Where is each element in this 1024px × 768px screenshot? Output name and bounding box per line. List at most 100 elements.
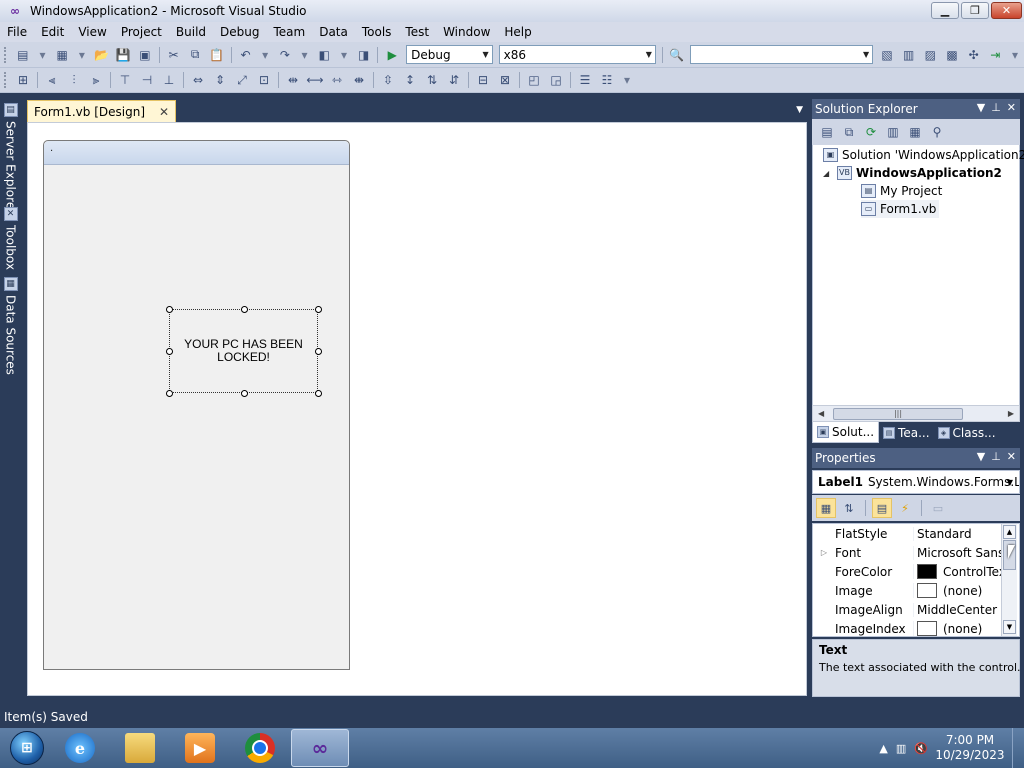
view-code-icon[interactable]: ▥ bbox=[884, 123, 902, 141]
menu-team[interactable]: Team bbox=[266, 25, 312, 39]
resize-handle[interactable] bbox=[241, 306, 248, 313]
alphabetical-icon[interactable]: ⇅ bbox=[839, 498, 859, 518]
property-row-imageindex[interactable]: ImageIndex (none) bbox=[813, 619, 1003, 636]
property-row-imagealign[interactable]: ImageAlign MiddleCenter bbox=[813, 600, 1003, 619]
property-value[interactable]: Microsoft Sans S bbox=[913, 545, 1003, 560]
menu-help[interactable]: Help bbox=[497, 25, 538, 39]
dropdown-arrow-icon[interactable]: ▾ bbox=[337, 46, 351, 64]
remove-vertical-spacing-icon[interactable]: ⇵ bbox=[445, 71, 463, 89]
view-designer-icon[interactable]: ▦ bbox=[906, 123, 924, 141]
menu-test[interactable]: Test bbox=[398, 25, 436, 39]
menu-debug[interactable]: Debug bbox=[213, 25, 266, 39]
paste-icon[interactable]: 📋 bbox=[208, 46, 226, 64]
make-same-width-icon[interactable]: ⇔ bbox=[189, 71, 207, 89]
resize-handle[interactable] bbox=[315, 390, 322, 397]
solution-configuration-combo[interactable]: Debug ▼ bbox=[406, 45, 493, 64]
resize-handle[interactable] bbox=[315, 306, 322, 313]
dropdown-arrow-icon[interactable]: ▾ bbox=[36, 46, 50, 64]
redo-icon[interactable]: ↷ bbox=[276, 46, 294, 64]
tree-item-my-project[interactable]: ▤ My Project bbox=[861, 182, 942, 200]
property-value[interactable]: ControlTex bbox=[913, 564, 1003, 579]
find-in-files-icon[interactable]: 🔍 bbox=[668, 46, 686, 64]
expanded-triangle-icon[interactable]: ◢ bbox=[823, 169, 833, 178]
show-desktop-button[interactable] bbox=[1012, 728, 1024, 768]
remove-horizontal-spacing-icon[interactable]: ⇼ bbox=[350, 71, 368, 89]
toolbar-grip[interactable] bbox=[4, 46, 8, 63]
menu-tools[interactable]: Tools bbox=[355, 25, 399, 39]
align-middles-icon[interactable]: ⊣ bbox=[138, 71, 156, 89]
property-value[interactable]: MiddleCenter bbox=[913, 602, 1003, 617]
align-tops-icon[interactable]: ⊤ bbox=[116, 71, 134, 89]
tree-item-form1[interactable]: ▭ Form1.vb bbox=[861, 200, 940, 218]
resize-handle[interactable] bbox=[166, 306, 173, 313]
menu-file[interactable]: File bbox=[0, 25, 34, 39]
make-same-size-icon[interactable]: ⤢ bbox=[233, 71, 251, 89]
scroll-thumb[interactable]: ||| bbox=[833, 408, 963, 420]
center-horizontally-icon[interactable]: ⊟ bbox=[474, 71, 492, 89]
align-lefts-icon[interactable]: ⫷ bbox=[43, 71, 61, 89]
expand-triangle-icon[interactable]: ▷ bbox=[813, 548, 835, 557]
tab-order-icon[interactable]: ☰ bbox=[576, 71, 594, 89]
taskbar-clock[interactable]: 7:00 PM 10/29/2023 bbox=[932, 733, 1008, 763]
window-position-icon[interactable]: ▼ bbox=[977, 101, 985, 114]
scroll-right-icon[interactable]: ▶ bbox=[1008, 409, 1014, 418]
pin-icon[interactable]: ⊥ bbox=[991, 101, 1001, 114]
menu-data[interactable]: Data bbox=[312, 25, 355, 39]
taskbar-visual-studio[interactable]: ∞ bbox=[291, 729, 349, 767]
increase-horizontal-spacing-icon[interactable]: ⟷ bbox=[306, 71, 324, 89]
resize-handle[interactable] bbox=[166, 390, 173, 397]
network-icon[interactable]: ▥ bbox=[896, 742, 906, 755]
solution-explorer-hscrollbar[interactable]: ◀ ||| ▶ bbox=[812, 405, 1020, 422]
decrease-horizontal-spacing-icon[interactable]: ⇿ bbox=[328, 71, 346, 89]
window-position-icon[interactable]: ▼ bbox=[977, 450, 985, 463]
solution-explorer-icon[interactable]: ▧ bbox=[878, 46, 896, 64]
make-vertical-spacing-equal-icon[interactable]: ⇳ bbox=[379, 71, 397, 89]
properties-window-icon[interactable]: ▥ bbox=[900, 46, 918, 64]
dropdown-arrow-icon[interactable]: ▾ bbox=[75, 46, 89, 64]
align-to-grid-icon[interactable]: ⊞ bbox=[14, 71, 32, 89]
undo-icon[interactable]: ↶ bbox=[237, 46, 255, 64]
volume-muted-icon[interactable]: 🔇 bbox=[914, 742, 928, 755]
property-value[interactable]: (none) bbox=[913, 621, 1003, 636]
navigate-backward-icon[interactable]: ◧ bbox=[315, 46, 333, 64]
menu-edit[interactable]: Edit bbox=[34, 25, 71, 39]
add-item-icon[interactable]: ▦ bbox=[53, 46, 71, 64]
tab-form1-design[interactable]: Form1.vb [Design] ✕ bbox=[27, 100, 177, 122]
resize-handle[interactable] bbox=[241, 390, 248, 397]
increase-vertical-spacing-icon[interactable]: ↕ bbox=[401, 71, 419, 89]
size-to-grid-icon[interactable]: ⊡ bbox=[255, 71, 273, 89]
data-sources-tab[interactable]: ▦ Data Sources bbox=[2, 275, 19, 375]
menu-view[interactable]: View bbox=[71, 25, 113, 39]
taskbar-chrome[interactable] bbox=[231, 729, 289, 767]
cut-icon[interactable]: ✂ bbox=[165, 46, 183, 64]
taskbar-media-player[interactable]: ▶ bbox=[171, 729, 229, 767]
send-to-back-icon[interactable]: ◲ bbox=[547, 71, 565, 89]
save-icon[interactable]: 💾 bbox=[114, 46, 132, 64]
navigate-forward-icon[interactable]: ◨ bbox=[355, 46, 373, 64]
menu-window[interactable]: Window bbox=[436, 25, 497, 39]
property-pages-icon[interactable]: ▭ bbox=[928, 498, 948, 518]
properties-icon[interactable]: ▤ bbox=[818, 123, 836, 141]
extension-manager-icon[interactable]: ✣ bbox=[965, 46, 983, 64]
make-same-height-icon[interactable]: ⇕ bbox=[211, 71, 229, 89]
form1[interactable]: . YOUR PC HAS BEEN LOCKED! bbox=[43, 140, 350, 670]
new-project-icon[interactable]: ▤ bbox=[14, 46, 32, 64]
close-button[interactable]: ✕ bbox=[991, 2, 1022, 19]
toolbox-icon[interactable]: ▩ bbox=[943, 46, 961, 64]
start-debugging-icon[interactable]: ▶ bbox=[383, 46, 401, 64]
form-designer-surface[interactable]: . YOUR PC HAS BEEN LOCKED! bbox=[27, 122, 807, 696]
taskbar-internet-explorer[interactable]: e bbox=[51, 729, 109, 767]
close-tab-icon[interactable]: ✕ bbox=[159, 105, 169, 119]
restore-button[interactable]: ❐ bbox=[961, 2, 989, 19]
align-rights-icon[interactable]: ⫸ bbox=[87, 71, 105, 89]
properties-object-selector[interactable]: Label1 System.Windows.Forms.La ▼ bbox=[812, 470, 1020, 494]
toolbar-grip[interactable] bbox=[4, 72, 8, 88]
server-explorer-tab[interactable]: ▤ Server Explorer bbox=[2, 101, 19, 214]
scroll-down-icon[interactable]: ▼ bbox=[1003, 620, 1016, 634]
pin-icon[interactable]: ⊥ bbox=[991, 450, 1001, 463]
tab-class-view[interactable]: ◈ Class... bbox=[934, 422, 1000, 443]
toolbox-tab[interactable]: ✕ Toolbox bbox=[2, 205, 19, 270]
tree-item-project[interactable]: ◢ VB WindowsApplication2 bbox=[823, 164, 1002, 182]
show-all-files-icon[interactable]: ⧉ bbox=[840, 123, 858, 141]
label1-control[interactable]: YOUR PC HAS BEEN LOCKED! bbox=[169, 309, 318, 393]
